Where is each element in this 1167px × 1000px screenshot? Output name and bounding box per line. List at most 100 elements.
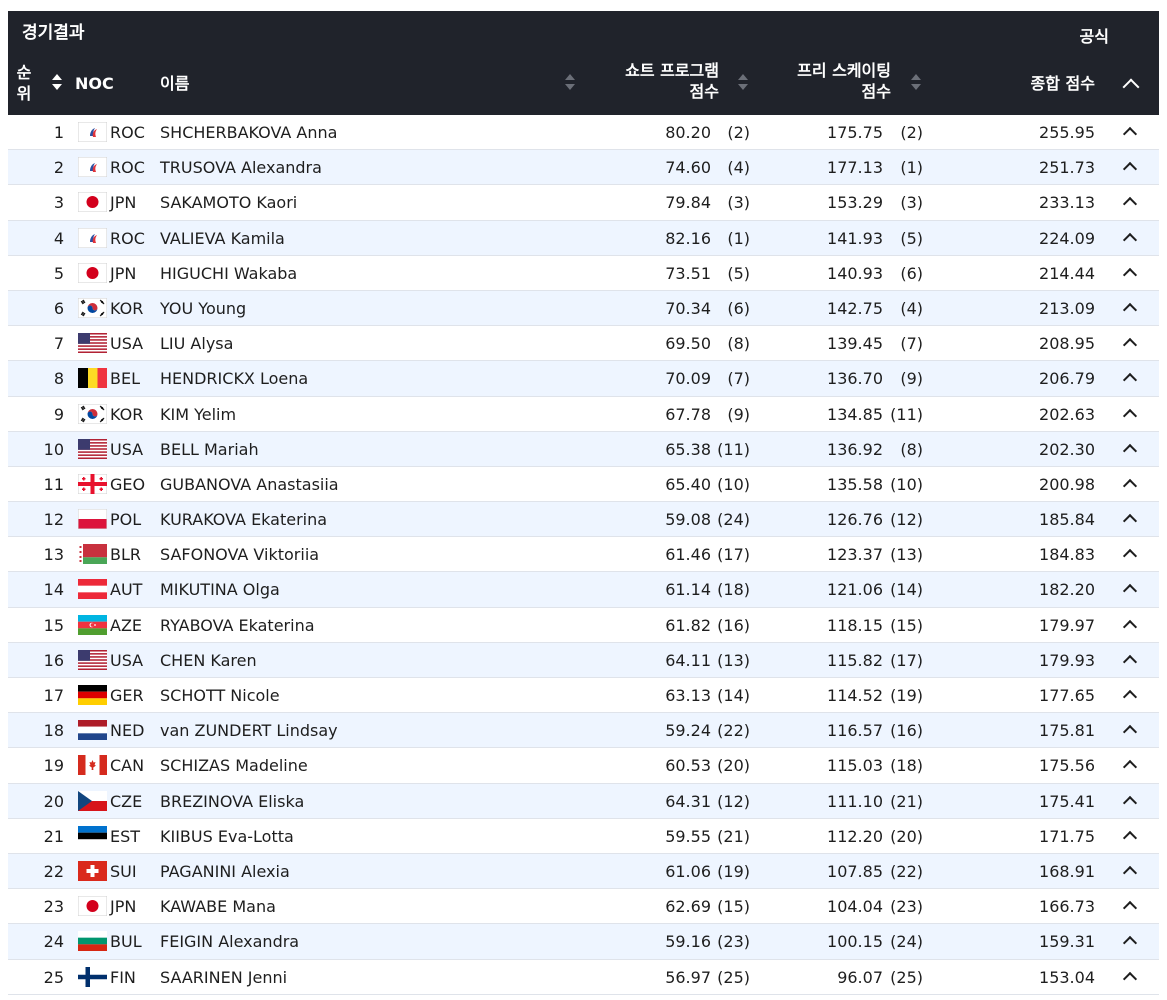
sort-free-skating-icon[interactable] — [911, 73, 921, 91]
short-program-rank: (14) — [717, 686, 750, 705]
expand-row-icon[interactable] — [1122, 478, 1138, 493]
expand-row-icon[interactable] — [1122, 760, 1138, 775]
athlete-name[interactable]: YOU Young — [160, 299, 246, 318]
athlete-name[interactable]: GUBANOVA Anastasiia — [160, 475, 339, 494]
expand-row-icon[interactable] — [1122, 584, 1138, 599]
athlete-name[interactable]: SAFONOVA Viktoriia — [160, 545, 319, 564]
expand-row-icon[interactable] — [1122, 901, 1138, 916]
rank-column-header[interactable]: 순 위 — [14, 62, 34, 104]
expand-row-icon[interactable] — [1122, 443, 1138, 458]
athlete-name[interactable]: TRUSOVA Alexandra — [160, 158, 322, 177]
table-row[interactable]: 15 AZE RYABOVA Ekaterina 61.82 (16) 118.15 (15… — [8, 608, 1159, 643]
sort-short-program-icon[interactable] — [738, 73, 748, 91]
athlete-name[interactable]: SAARINEN Jenni — [160, 968, 287, 987]
expand-row-icon[interactable] — [1122, 865, 1138, 881]
athlete-name[interactable]: PAGANINI Alexia — [160, 862, 290, 881]
table-row[interactable]: 1 ROC SHCHERBAKOVA Anna 80.20 (2) 175.75 (2) 25… — [8, 115, 1159, 151]
athlete-name[interactable]: SHCHERBAKOVA Anna — [160, 123, 337, 142]
table-row[interactable]: 7 USA LIU Alysa 69.50 (8) 139.45 (7) 208.95 — [8, 326, 1159, 362]
free-skating-score: 136.92 — [827, 439, 883, 459]
table-row[interactable]: 11 GEO GUBANOVA Anastasiia 65.40 (10) 135.58 (… — [8, 467, 1159, 503]
table-row[interactable]: 4 ROC VALIEVA Kamila 82.16 (1) 141.93 (5) 224.0… — [8, 220, 1159, 256]
table-row[interactable]: 2 ROC TRUSOVA Alexandra 74.60 (4) 177.13 (1) 25… — [8, 150, 1159, 186]
expand-row-icon[interactable] — [1122, 126, 1138, 142]
athlete-name[interactable]: FEIGIN Alexandra — [160, 932, 299, 951]
expand-row-icon[interactable] — [1122, 619, 1138, 634]
expand-row-icon[interactable] — [1122, 971, 1138, 986]
expand-row-icon[interactable] — [1122, 795, 1138, 810]
table-row[interactable]: 23 JPN KAWABE Mana 62.69 (15) 104.04 (23) 166.7… — [8, 889, 1159, 925]
free-skating-score: 118.15 — [827, 615, 883, 635]
expand-row-icon[interactable] — [1122, 513, 1138, 529]
table-row[interactable]: 9 KOR KIM Yelim 67.78 (9) 134.85 (11) 202.63 — [8, 397, 1159, 432]
expand-row-icon[interactable] — [1122, 936, 1138, 951]
athlete-name[interactable]: BELL Mariah — [160, 440, 259, 459]
athlete-name[interactable]: HENDRICKX Loena — [160, 369, 308, 388]
expand-row-icon[interactable] — [1122, 725, 1138, 740]
total-score: 202.30 — [1039, 439, 1095, 459]
table-row[interactable]: 19 CAN SCHIZAS Madeline 60.53 (20) 115.03 (18)… — [8, 748, 1159, 784]
athlete-name[interactable]: CHEN Karen — [160, 651, 257, 670]
table-row[interactable]: 22 SUI PAGANINI Alexia 61.06 (19) 107.85 (22) 1… — [8, 853, 1159, 890]
table-row[interactable]: 25 FIN SAARINEN Jenni 56.97 (25) 96.07 (25) 153… — [8, 960, 1159, 995]
expand-row-icon[interactable] — [1122, 232, 1138, 247]
est-flag-icon — [78, 825, 107, 846]
expand-row-icon[interactable] — [1122, 162, 1138, 177]
noc-cell: ROC — [110, 228, 145, 248]
short-program-column-header[interactable]: 쇼트 프로그램 점수 — [625, 60, 719, 102]
short-program-score: 64.31 — [665, 791, 711, 811]
table-row[interactable]: 14 AUT MIKUTINA Olga 61.14 (18) 121.06 (14) 182… — [8, 572, 1159, 608]
short-program-score: 70.09 — [665, 369, 711, 389]
table-row[interactable]: 21 EST KIIBUS Eva-Lotta 59.55 (21) 112.20 (20)… — [8, 819, 1159, 854]
athlete-name[interactable]: van ZUNDERT Lindsay — [160, 721, 338, 740]
expand-row-icon[interactable] — [1122, 689, 1138, 705]
rank-cell: 3 — [53, 193, 64, 213]
table-row[interactable]: 12 POL KURAKOVA Ekaterina 59.08 (24) 126.76 (1… — [8, 502, 1159, 538]
expand-row-icon[interactable] — [1122, 338, 1138, 353]
expand-row-icon[interactable] — [1122, 408, 1138, 423]
athlete-name[interactable]: SCHOTT Nicole — [160, 686, 280, 705]
expand-row-icon[interactable] — [1122, 654, 1138, 669]
table-row[interactable]: 3 JPN SAKAMOTO Kaori 79.84 (3) 153.29 (3) 233.1… — [8, 185, 1159, 221]
table-row[interactable]: 13 BLR SAFONOVA Viktoriia 61.46 (17) 123.37 (1… — [8, 537, 1159, 573]
athlete-name[interactable]: SAKAMOTO Kaori — [160, 193, 297, 212]
collapse-all-icon[interactable] — [1122, 78, 1140, 96]
expand-row-icon[interactable] — [1122, 373, 1138, 388]
athlete-name[interactable]: BREZINOVA Eliska — [160, 792, 304, 811]
athlete-name[interactable]: KURAKOVA Ekaterina — [160, 510, 327, 529]
expand-row-icon[interactable] — [1122, 549, 1138, 564]
expand-row-icon[interactable] — [1122, 830, 1138, 845]
table-row[interactable]: 20 CZE BREZINOVA Eliska 64.31 (12) 111.10 (21)… — [8, 783, 1159, 819]
sort-name-icon[interactable] — [565, 73, 575, 91]
athlete-name[interactable]: SCHIZAS Madeline — [160, 756, 308, 775]
total-score-column-header[interactable]: 종합 점수 — [1031, 73, 1095, 94]
table-row[interactable]: 8 BEL HENDRICKX Loena 70.09 (7) 136.70 (9) 206.… — [8, 361, 1159, 397]
name-column-header[interactable]: 이름 — [160, 73, 189, 94]
athlete-name[interactable]: MIKUTINA Olga — [160, 580, 280, 599]
table-row[interactable]: 17 GER SCHOTT Nicole 63.13 (14) 114.52 (19) 177… — [8, 678, 1159, 714]
table-row[interactable]: 16 USA CHEN Karen 64.11 (13) 115.82 (17) 179.93 — [8, 642, 1159, 678]
free-skating-score: 114.52 — [827, 686, 883, 705]
noc-cell: JPN — [110, 263, 137, 283]
short-program-rank: (13) — [717, 650, 750, 670]
athlete-name[interactable]: LIU Alysa — [160, 334, 233, 353]
table-row[interactable]: 24 BUL FEIGIN Alexandra 59.16 (23) 100.15 (24)… — [8, 924, 1159, 960]
expand-row-icon[interactable] — [1122, 302, 1138, 318]
athlete-name[interactable]: KIIBUS Eva-Lotta — [160, 827, 294, 846]
athlete-name[interactable]: VALIEVA Kamila — [160, 229, 285, 248]
athlete-name[interactable]: KAWABE Mana — [160, 897, 276, 916]
expand-row-icon[interactable] — [1122, 267, 1138, 282]
athlete-name[interactable]: KIM Yelim — [160, 405, 236, 424]
sort-rank-icon[interactable] — [52, 73, 62, 91]
noc-column-header[interactable]: NOC — [75, 73, 114, 94]
expand-row-icon[interactable] — [1122, 197, 1138, 212]
table-row[interactable]: 5 JPN HIGUCHI Wakaba 73.51 (5) 140.93 (6) 214.4… — [8, 256, 1159, 291]
free-skating-column-header[interactable]: 프리 스케이팅 점수 — [797, 60, 891, 102]
noc-cell: BLR — [110, 545, 142, 565]
table-row[interactable]: 6 KOR YOU Young 70.34 (6) 142.75 (4) 213.09 — [8, 290, 1159, 327]
table-row[interactable]: 10 USA BELL Mariah 65.38 (11) 136.92 (8) 202.30 — [8, 431, 1159, 467]
table-row[interactable]: 18 NED van ZUNDERT Lindsay 59.24 (22) 116.57 (… — [8, 713, 1159, 749]
athlete-name[interactable]: HIGUCHI Wakaba — [160, 264, 297, 283]
athlete-name[interactable]: RYABOVA Ekaterina — [160, 616, 315, 635]
free-skating-score: 139.45 — [827, 334, 883, 354]
